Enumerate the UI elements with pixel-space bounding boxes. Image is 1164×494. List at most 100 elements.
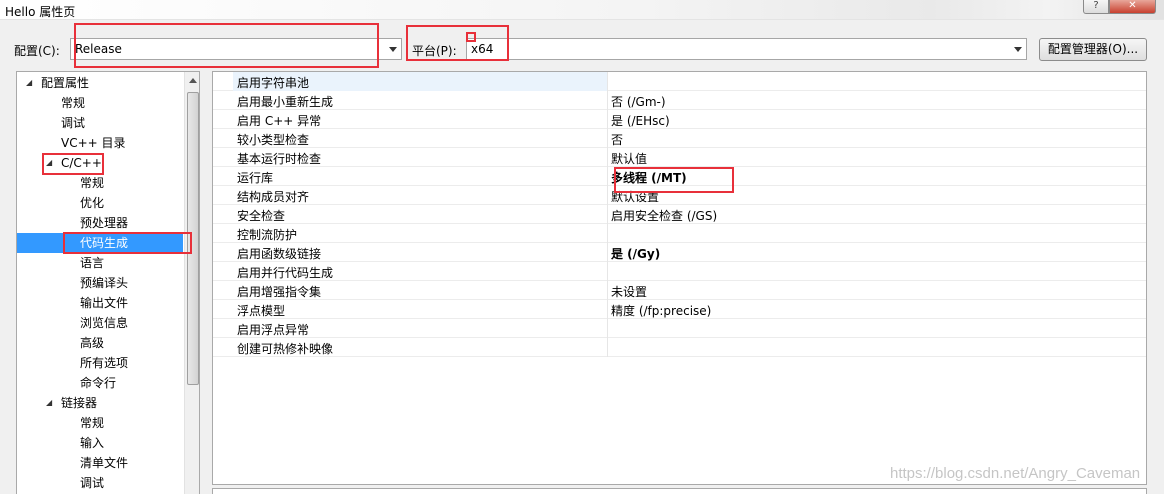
tree-item[interactable]: 清单文件 (17, 453, 183, 473)
property-value[interactable]: 默认值 (611, 150, 647, 167)
tree-item[interactable]: 常规 (17, 93, 183, 113)
tree-item[interactable]: 语言 (17, 253, 183, 273)
property-row[interactable]: 创建可热修补映像 (213, 338, 1146, 357)
tree-item-label: VC++ 目录 (61, 136, 126, 150)
tree-item[interactable]: 输入 (17, 433, 183, 453)
property-name: 启用 C++ 异常 (237, 114, 322, 128)
column-divider (607, 91, 608, 110)
property-row[interactable]: 结构成员对齐 默认设置 (213, 186, 1146, 205)
column-divider (607, 148, 608, 167)
property-value[interactable]: 否 (611, 131, 623, 148)
property-row[interactable]: 安全检查 启用安全检查 (/GS) (213, 205, 1146, 224)
platform-label: 平台(P): (412, 44, 457, 58)
tree-item-label: 命令行 (80, 376, 117, 390)
tree-item[interactable]: ◢ 配置属性 (17, 73, 183, 93)
property-row[interactable]: 启用并行代码生成 (213, 262, 1146, 281)
tree-item[interactable]: ◢ C/C++ (17, 153, 183, 173)
tree-item-label: 所有选项 (80, 356, 129, 370)
tree-item[interactable]: 预处理器 (17, 213, 183, 233)
property-value[interactable]: 启用安全检查 (/GS) (611, 207, 717, 224)
tree-item-label: 代码生成 (80, 236, 129, 250)
property-row[interactable]: 运行库 多线程 (/MT) (213, 167, 1146, 186)
tree-item-label: 清单文件 (80, 456, 129, 470)
column-divider (607, 129, 608, 148)
tree-item-label: 优化 (80, 196, 105, 210)
tree-scrollbar[interactable] (184, 72, 199, 494)
tree-item[interactable]: 输出文件 (17, 293, 183, 313)
tree-item-label: 输入 (80, 436, 105, 450)
property-row[interactable]: 控制流防护 (213, 224, 1146, 243)
property-value[interactable]: 是 (/EHsc) (611, 112, 670, 129)
help-button[interactable]: ? (1083, 0, 1109, 14)
column-divider (607, 205, 608, 224)
property-grid[interactable]: 启用字符串池 启用最小重新生成 否 (/Gm-) 启用 C++ 异常 是 (/EHsc)… (212, 71, 1147, 485)
tree-item-label: 常规 (80, 416, 105, 430)
property-value[interactable]: 是 (/Gy) (611, 245, 660, 262)
property-value[interactable]: 多线程 (/MT) (611, 169, 687, 186)
expand-arrow-icon[interactable]: ◢ (46, 153, 52, 173)
property-name: 结构成员对齐 (237, 190, 310, 204)
tree-item[interactable]: 命令行 (17, 373, 183, 393)
window-title: Hello 属性页 (5, 5, 76, 19)
close-button[interactable]: ✕ (1109, 0, 1156, 14)
expand-arrow-icon[interactable]: ◢ (46, 393, 52, 413)
column-divider (607, 110, 608, 129)
column-divider (607, 72, 608, 91)
tree-item[interactable]: 常规 (17, 173, 183, 193)
tree-item[interactable]: 预编译头 (17, 273, 183, 293)
tree-item[interactable]: 优化 (17, 193, 183, 213)
expand-arrow-icon[interactable]: ◢ (26, 73, 32, 93)
tree-item[interactable]: 所有选项 (17, 353, 183, 373)
platform-dropdown[interactable]: x64 (466, 38, 1027, 60)
property-row[interactable]: 启用最小重新生成 否 (/Gm-) (213, 91, 1146, 110)
config-label: 配置(C): (14, 44, 60, 58)
property-row[interactable]: 启用 C++ 异常 是 (/EHsc) (213, 110, 1146, 129)
tree-item-label: 配置属性 (41, 76, 90, 90)
tree-item[interactable]: 高级 (17, 333, 183, 353)
property-name: 较小类型检查 (237, 133, 310, 147)
config-dropdown[interactable]: Release (70, 38, 402, 60)
property-row[interactable]: 较小类型检查 否 (213, 129, 1146, 148)
tree-item[interactable]: VC++ 目录 (17, 133, 183, 153)
tree-item[interactable]: 调试 (17, 473, 183, 493)
config-value: Release (75, 42, 122, 56)
tree-item[interactable]: 调试 (17, 113, 183, 133)
title-bar: Hello 属性页 ? ✕ (0, 0, 1164, 20)
property-name: 安全检查 (237, 209, 286, 223)
scroll-up-icon[interactable] (189, 78, 197, 83)
property-row[interactable]: 启用浮点异常 (213, 319, 1146, 338)
property-value[interactable]: 否 (/Gm-) (611, 93, 666, 110)
property-name: 启用字符串池 (237, 76, 310, 90)
property-row[interactable]: 基本运行时检查 默认值 (213, 148, 1146, 167)
property-row[interactable]: 启用增强指令集 未设置 (213, 281, 1146, 300)
tree-item-label: 预处理器 (80, 216, 129, 230)
property-name: 启用并行代码生成 (237, 266, 334, 280)
property-row[interactable]: 浮点模型 精度 (/fp:precise) (213, 300, 1146, 319)
column-divider (607, 319, 608, 338)
chevron-down-icon (1014, 47, 1022, 52)
property-name: 控制流防护 (237, 228, 298, 242)
tree-item-label: 预编译头 (80, 276, 129, 290)
property-value[interactable]: 未设置 (611, 283, 647, 300)
platform-value: x64 (471, 42, 494, 56)
tree-item[interactable]: 代码生成 (17, 233, 183, 253)
property-row[interactable]: 启用函数级链接 是 (/Gy) (213, 243, 1146, 262)
property-tree[interactable]: ◢ 配置属性 常规 调试 VC++ 目录 ◢ C/C++ 常规 优化 预处理器 代码生成 语言 预编译头… (16, 71, 200, 494)
tree-item[interactable]: 浏览信息 (17, 313, 183, 333)
tree-item-label: C/C++ (61, 156, 102, 170)
property-name: 创建可热修补映像 (237, 342, 334, 356)
config-manager-button[interactable]: 配置管理器(O)... (1039, 38, 1147, 61)
column-divider (607, 167, 608, 186)
property-row[interactable]: 启用字符串池 (213, 72, 1146, 91)
tree-item-label: 浏览信息 (80, 316, 129, 330)
scrollbar-thumb[interactable] (187, 92, 199, 385)
column-divider (607, 281, 608, 300)
column-divider (607, 338, 608, 357)
property-value[interactable]: 默认设置 (611, 188, 659, 205)
tree-item[interactable]: 常规 (17, 413, 183, 433)
property-value[interactable]: 精度 (/fp:precise) (611, 302, 711, 319)
tree-item[interactable]: ◢ 链接器 (17, 393, 183, 413)
property-name: 运行库 (237, 171, 274, 185)
tree-item-label: 输出文件 (80, 296, 129, 310)
watermark: https://blog.csdn.net/Angry_Caveman (890, 465, 1141, 482)
